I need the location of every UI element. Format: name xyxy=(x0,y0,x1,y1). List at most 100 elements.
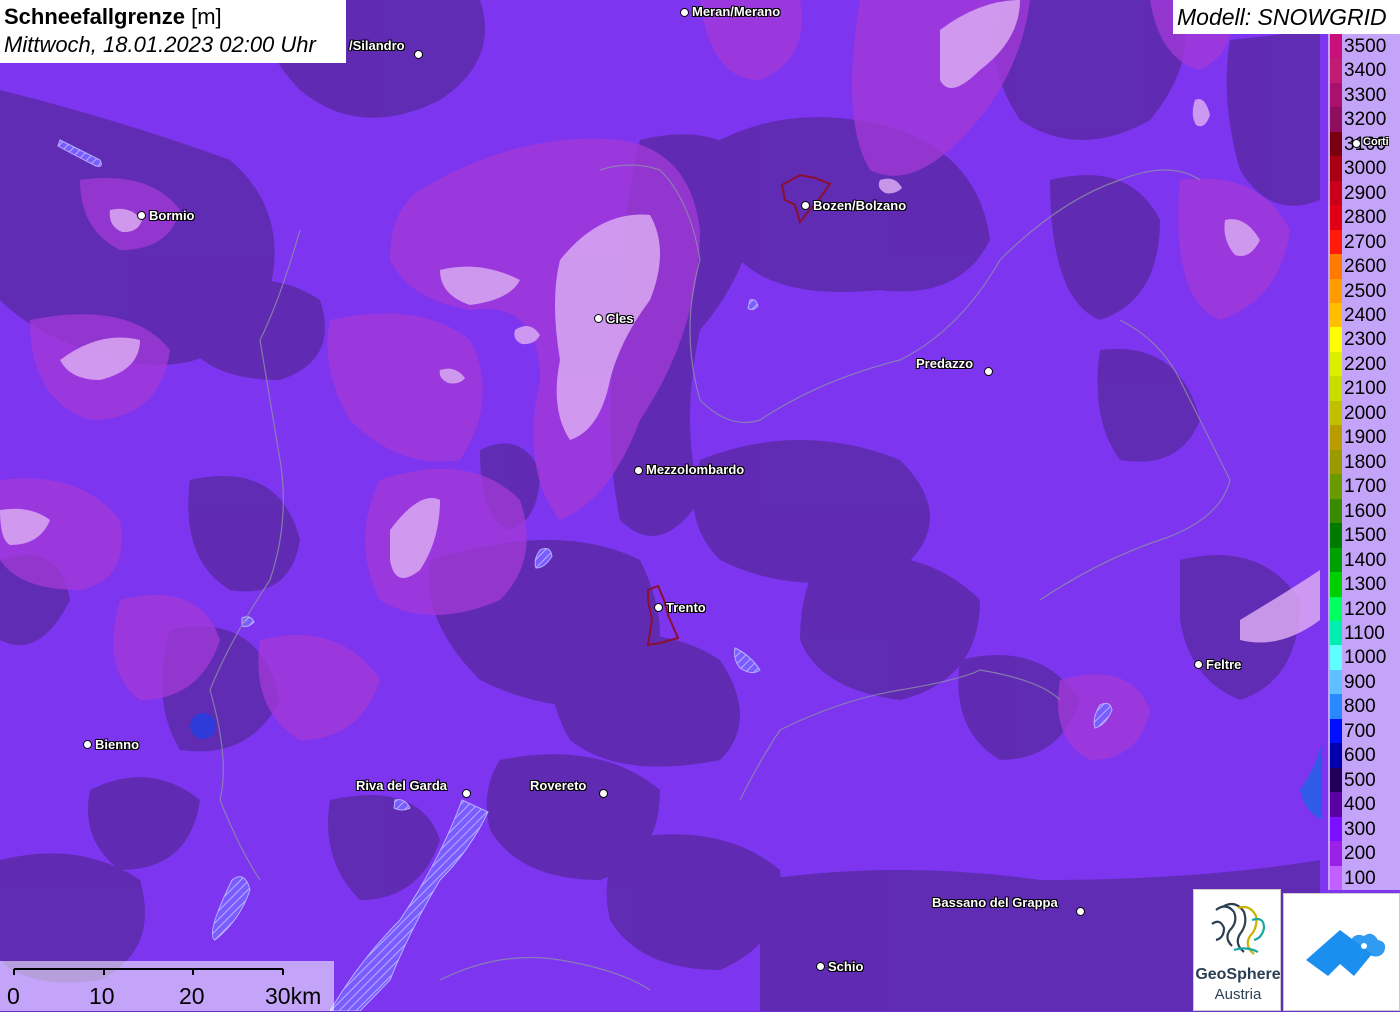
legend-label: 1900 xyxy=(1344,427,1387,449)
legend-label: 400 xyxy=(1344,794,1376,816)
place-dot xyxy=(414,50,423,59)
legend-swatch xyxy=(1330,327,1342,352)
legend-item: 1000 xyxy=(1328,645,1400,670)
legend-label: 1800 xyxy=(1344,451,1387,473)
legend-swatch xyxy=(1330,156,1342,181)
legend-item: 3300 xyxy=(1328,82,1400,108)
place-label-predazzo[interactable]: Predazzo xyxy=(916,356,973,371)
color-legend: 3500 3400 3300 3200 3100 3000 2900 2800 2700 2600… xyxy=(1328,34,1400,890)
legend-item: 600 xyxy=(1328,743,1400,768)
legend-label: 3200 xyxy=(1344,109,1387,131)
legend-label: 3300 xyxy=(1344,84,1387,106)
legend-item: 3200 xyxy=(1328,107,1400,132)
place-dot xyxy=(594,314,603,323)
legend-label: 1000 xyxy=(1344,647,1387,669)
place-label-rovereto[interactable]: Rovereto xyxy=(530,778,586,793)
legend-item: 1800 xyxy=(1328,449,1400,475)
place-label-riva[interactable]: Riva del Garda xyxy=(356,778,447,793)
scale-label-0: 0 xyxy=(7,983,20,1009)
snow-cloud-logo[interactable] xyxy=(1283,893,1400,1011)
geosphere-logo[interactable]: GeoSphere Austria xyxy=(1193,889,1281,1011)
legend-swatch xyxy=(1330,278,1342,304)
model-label: Modell: SNOWGRID xyxy=(1173,0,1400,34)
place-label-bassano[interactable]: Bassano del Grappa xyxy=(932,895,1058,910)
place-dot xyxy=(462,789,471,798)
place-label-schio[interactable]: Schio xyxy=(828,959,863,974)
legend-swatch xyxy=(1330,816,1342,842)
legend-swatch xyxy=(1330,376,1342,401)
place-label-feltre[interactable]: Feltre xyxy=(1206,657,1241,672)
legend-item: 2600 xyxy=(1328,254,1400,279)
place-label-corti[interactable]: Corti xyxy=(1363,136,1389,148)
snowfall-limit-map[interactable] xyxy=(0,0,1400,1011)
legend-swatch xyxy=(1330,498,1342,524)
legend-label: 3000 xyxy=(1344,158,1387,180)
legend-swatch xyxy=(1330,669,1342,695)
legend-item: 2500 xyxy=(1328,278,1400,304)
legend-swatch xyxy=(1330,474,1342,499)
place-label-bormio[interactable]: Bormio xyxy=(149,208,195,223)
legend-swatch xyxy=(1330,767,1342,793)
geosphere-logo-text: GeoSphere xyxy=(1195,966,1281,983)
scale-label-10: 10 xyxy=(89,983,115,1009)
legend-label: 200 xyxy=(1344,843,1376,865)
place-dot xyxy=(83,740,92,749)
legend-swatch xyxy=(1330,34,1342,59)
legend-swatch xyxy=(1330,180,1342,206)
legend-swatch xyxy=(1330,303,1342,328)
place-dot xyxy=(680,8,689,17)
place-label-cles[interactable]: Cles xyxy=(606,311,633,326)
legend-swatch xyxy=(1330,131,1342,157)
legend-item: 3000 xyxy=(1328,156,1400,181)
legend-label: 2900 xyxy=(1344,182,1387,204)
legend-label: 3400 xyxy=(1344,60,1387,82)
legend-label: 3500 xyxy=(1344,36,1387,57)
place-label-bienno[interactable]: Bienno xyxy=(95,737,139,752)
legend-swatch xyxy=(1330,841,1342,866)
legend-item: 1100 xyxy=(1328,620,1400,646)
geosphere-emblem-icon xyxy=(1211,902,1266,955)
map-title-box: Schneefallgrenze [m] Mittwoch, 18.01.202… xyxy=(0,0,346,63)
legend-swatch xyxy=(1330,596,1342,621)
legend-swatch xyxy=(1330,229,1342,255)
place-dot xyxy=(1194,660,1203,669)
legend-item: 1500 xyxy=(1328,523,1400,548)
legend-item: 1200 xyxy=(1328,596,1400,621)
legend-label: 2500 xyxy=(1344,280,1387,302)
legend-item: 3400 xyxy=(1328,58,1400,83)
legend-swatch xyxy=(1330,82,1342,108)
legend-label: 1500 xyxy=(1344,525,1387,547)
legend-item: 700 xyxy=(1328,718,1400,744)
legend-item: 1300 xyxy=(1328,572,1400,597)
legend-item: 3500 xyxy=(1328,34,1400,59)
legend-swatch xyxy=(1330,425,1342,450)
legend-label: 1600 xyxy=(1344,500,1387,522)
map-title: Schneefallgrenze [m] xyxy=(4,4,222,29)
legend-swatch xyxy=(1330,718,1342,744)
legend-item: 800 xyxy=(1328,694,1400,719)
legend-item: 1600 xyxy=(1328,498,1400,524)
legend-item: 100 xyxy=(1328,865,1400,890)
legend-label: 2700 xyxy=(1344,231,1387,253)
place-label-silandro[interactable]: /Silandro xyxy=(349,38,405,53)
legend-label: 2600 xyxy=(1344,256,1387,278)
legend-item: 2300 xyxy=(1328,327,1400,352)
legend-label: 2400 xyxy=(1344,305,1387,327)
place-label-merano[interactable]: Meran/Merano xyxy=(692,4,780,19)
place-label-mezzolombardo[interactable]: Mezzolombardo xyxy=(646,462,744,477)
legend-swatch xyxy=(1330,620,1342,646)
legend-swatch xyxy=(1330,743,1342,768)
legend-label: 2000 xyxy=(1344,402,1387,424)
legend-label: 2800 xyxy=(1344,207,1387,229)
legend-swatch xyxy=(1330,645,1342,670)
place-label-trento[interactable]: Trento xyxy=(666,600,706,615)
legend-label: 1200 xyxy=(1344,598,1387,620)
legend-item: 2800 xyxy=(1328,205,1400,230)
legend-item: 2400 xyxy=(1328,303,1400,328)
legend-label: 600 xyxy=(1344,745,1376,767)
legend-label: 2200 xyxy=(1344,353,1387,375)
place-dot xyxy=(137,211,146,220)
legend-swatch xyxy=(1330,107,1342,132)
legend-item: 2200 xyxy=(1328,351,1400,377)
place-label-bolzano[interactable]: Bozen/Bolzano xyxy=(813,198,906,213)
